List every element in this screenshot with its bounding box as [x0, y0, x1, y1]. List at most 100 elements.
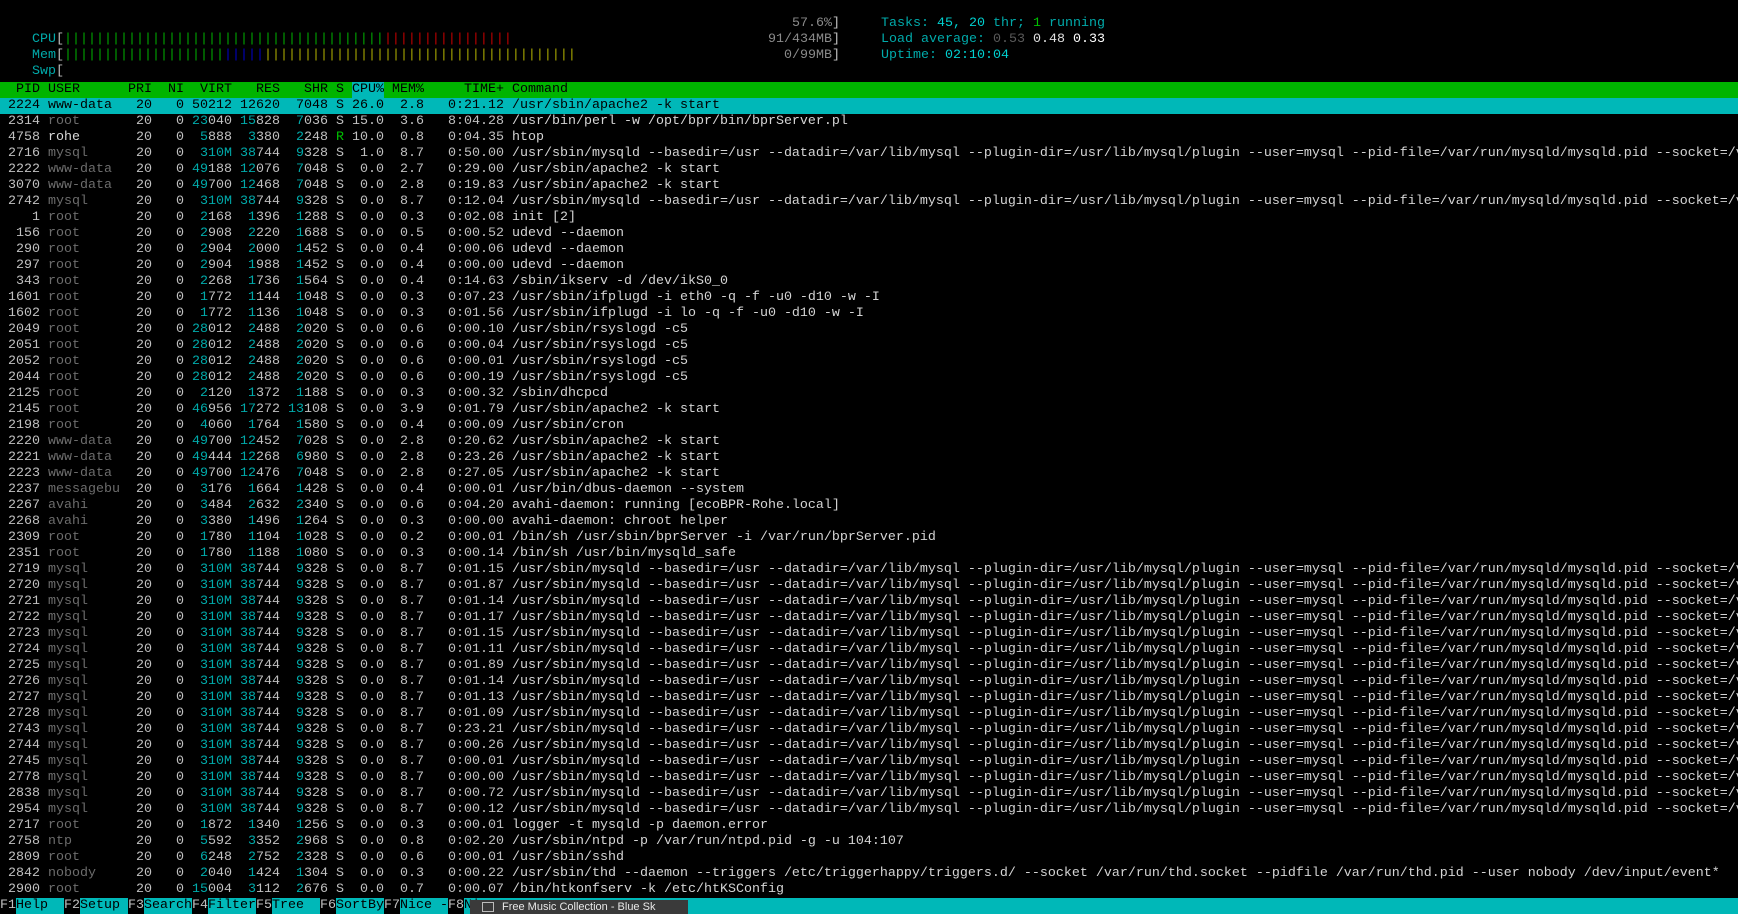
- process-table-header: PID USER PRI NI VIRT RES SHR S CPU% MEM% TIME+ Comm…: [0, 82, 1738, 98]
- taskbar-thumbnail-popup[interactable]: Free Music Collection - Blue Sk: [470, 900, 688, 914]
- process-shr: 1288: [296, 210, 328, 225]
- process-row[interactable]: 2758 ntp 20 0 5592 3352 2968 S 0.0 0.8 0:02.20/usr…: [0, 834, 1738, 850]
- process-row[interactable]: 2309 root 20 0 1780 1104 1028 S 0.0 0.2 0:00.01/bi…: [0, 530, 1738, 546]
- process-row[interactable]: 2145 root 20 0 46956 17272 13108 S 0.0 3.9 0:01.79…: [0, 402, 1738, 418]
- column-res[interactable]: RES: [240, 82, 280, 98]
- process-row[interactable]: 1 root 20 0 2168 1396 1288 S 0.0 0.3 0:02.08 init […: [0, 210, 1738, 226]
- process-row[interactable]: 2744 mysql 20 0 310M 38744 9328 S 0.0 8.7 0:00.26 /…: [0, 738, 1738, 754]
- column-shr[interactable]: SHR: [288, 82, 328, 98]
- process-virt: 2904: [200, 258, 232, 273]
- column-command[interactable]: Command: [512, 82, 568, 98]
- process-row[interactable]: 2051 root 20 0 28012 2488 2020 S 0.0 0.6 0:00.04/u…: [0, 338, 1738, 354]
- process-row[interactable]: 2720 mysql 20 0 310M 38744 9328 S 0.0 8.7 0:01.87 /…: [0, 578, 1738, 594]
- column-time[interactable]: TIME+: [432, 82, 504, 98]
- process-row[interactable]: 297 root 20 0 2904 1988 1452 S 0.0 0.4 0:00.00 udev…: [0, 258, 1738, 274]
- process-pid: 2727: [8, 690, 40, 705]
- process-s: S: [336, 386, 344, 401]
- process-virt: 1872: [200, 818, 232, 833]
- column-ni[interactable]: NI: [160, 82, 184, 98]
- process-mem: 0.6: [400, 354, 424, 369]
- column-state[interactable]: S: [336, 82, 344, 98]
- process-row[interactable]: 2267 avahi 20 0 3484 2632 2340 S 0.0 0.6 0:04.20 av…: [0, 498, 1738, 514]
- process-row[interactable]: 2237 messagebu 20 0 3176 1664 1428 S 0.0 0.4 0:00.…: [0, 482, 1738, 498]
- process-shr: 1264: [296, 514, 328, 529]
- process-row[interactable]: 2719 mysql 20 0 310M 38744 9328 S 0.0 8.7 0:01.15 /…: [0, 562, 1738, 578]
- process-row[interactable]: 3070 www-data 20 0 49700 12468 7048 S 0.0 2.8 0:19…: [0, 178, 1738, 194]
- process-pri: 20: [136, 754, 152, 769]
- process-row[interactable]: 2220 www-data 20 0 49700 12452 7028 S 0.0 2.8 0:20…: [0, 434, 1738, 450]
- swap-meter-value: 0/99MB: [784, 48, 832, 63]
- column-user[interactable]: USER: [48, 82, 120, 98]
- process-row[interactable]: 2727 mysql 20 0 310M 38744 9328 S 0.0 8.7 0:01.13 /…: [0, 690, 1738, 706]
- process-row[interactable]: 4758 rohe 20 0 5888 3380 2248 R 10.0 0.8 0:04.35 ht…: [0, 130, 1738, 146]
- process-pid: 1602: [8, 306, 40, 321]
- process-shr: 9328: [296, 770, 328, 785]
- fkey-f6-button[interactable]: F6SortBy: [320, 898, 384, 914]
- fkey-f2-button[interactable]: F2Setup: [64, 898, 128, 914]
- process-time: 0:00.01: [448, 482, 504, 497]
- process-row[interactable]: 2722 mysql 20 0 310M 38744 9328 S 0.0 8.7 0:01.17 /…: [0, 610, 1738, 626]
- process-cpu: 0.0: [360, 786, 384, 801]
- process-row[interactable]: 2745 mysql 20 0 310M 38744 9328 S 0.0 8.7 0:00.01 /…: [0, 754, 1738, 770]
- process-row[interactable]: 290 root 20 0 2904 2000 1452 S 0.0 0.4 0:00.06 udev…: [0, 242, 1738, 258]
- column-pid[interactable]: PID: [0, 82, 40, 98]
- fkey-f7-button[interactable]: F7Nice -: [384, 898, 448, 914]
- process-cmd: /usr/sbin/ntpd -p /var/run/ntpd.pid -g -…: [512, 834, 904, 849]
- process-row[interactable]: 2222 www-data 20 0 49188 12076 7048 S 0.0 2.7 0:29…: [0, 162, 1738, 178]
- process-row[interactable]: 2044 root 20 0 28012 2488 2020 S 0.0 0.6 0:00.19/u…: [0, 370, 1738, 386]
- fkey-f3-button[interactable]: F3Search: [128, 898, 192, 914]
- process-row[interactable]: 2049 root 20 0 28012 2488 2020 S 0.0 0.6 0:00.10/u…: [0, 322, 1738, 338]
- process-s: S: [336, 210, 344, 225]
- process-cpu: 0.0: [360, 594, 384, 609]
- process-row[interactable]: 2842 nobody 20 0 2040 1424 1304 S 0.0 0.3 0:00.22 /…: [0, 866, 1738, 882]
- process-row[interactable]: 2725 mysql 20 0 310M 38744 9328 S 0.0 8.7 0:01.89 /…: [0, 658, 1738, 674]
- process-row[interactable]: 2954 mysql 20 0 310M 38744 9328 S 0.0 8.7 0:00.12 /…: [0, 802, 1738, 818]
- process-row[interactable]: 2721 mysql 20 0 310M 38744 9328 S 0.0 8.7 0:01.14 /…: [0, 594, 1738, 610]
- process-s: S: [336, 658, 344, 673]
- process-pri: 20: [136, 642, 152, 657]
- process-row[interactable]: 2351 root 20 0 1780 1188 1080 S 0.0 0.3 0:00.14/bi…: [0, 546, 1738, 562]
- process-row[interactable]: 2221 www-data 20 0 49444 12268 6980 S 0.0 2.8 0:23…: [0, 450, 1738, 466]
- process-ni: 0: [176, 146, 184, 161]
- process-time: 0:01.13: [448, 690, 504, 705]
- process-row[interactable]: 2742 mysql 20 0 310M 38744 9328 S 0.0 8.7 0:12.04 /…: [0, 194, 1738, 210]
- column-pri[interactable]: PRI: [128, 82, 152, 98]
- fkey-f4-button[interactable]: F4Filter: [192, 898, 256, 914]
- process-row[interactable]: 2314 root 20 0 23040 15828 7036 S 15.0 3.6 8:04.28…: [0, 114, 1738, 130]
- process-row[interactable]: 156 root 20 0 2908 2220 1688 S 0.0 0.5 0:00.52 udev…: [0, 226, 1738, 242]
- process-shr: 9328: [296, 802, 328, 817]
- process-s: S: [336, 882, 344, 897]
- process-row[interactable]: 2728 mysql 20 0 310M 38744 9328 S 0.0 8.7 0:01.09 /…: [0, 706, 1738, 722]
- process-row[interactable]: 2052 root 20 0 28012 2488 2020 S 0.0 0.6 0:00.01/u…: [0, 354, 1738, 370]
- process-s: S: [336, 674, 344, 689]
- process-res: 12076: [240, 162, 280, 177]
- process-row[interactable]: 2268 avahi 20 0 3380 1496 1264 S 0.0 0.3 0:00.00 av…: [0, 514, 1738, 530]
- process-shr: 9328: [296, 562, 328, 577]
- process-row[interactable]: 1602 root 20 0 1772 1136 1048 S 0.0 0.3 0:01.56/us…: [0, 306, 1738, 322]
- process-row[interactable]: 2198 root 20 0 4060 1764 1580 S 0.0 0.4 0:00.09/us…: [0, 418, 1738, 434]
- column-virt[interactable]: VIRT: [192, 82, 232, 98]
- process-row-selected[interactable]: 2224 www-data 20 0 50212 12620 7048 S 26.0 2.8 0:2…: [0, 98, 1738, 114]
- fkey-f5-button[interactable]: F5Tree: [256, 898, 320, 914]
- process-user: root: [48, 306, 80, 321]
- column-mem[interactable]: MEM%: [392, 82, 424, 98]
- process-row[interactable]: 2724 mysql 20 0 310M 38744 9328 S 0.0 8.7 0:01.11 /…: [0, 642, 1738, 658]
- process-row[interactable]: 343 root 20 0 2268 1736 1564 S 0.0 0.4 0:14.63/sbi…: [0, 274, 1738, 290]
- process-row[interactable]: 1601 root 20 0 1772 1144 1048 S 0.0 0.3 0:07.23/us…: [0, 290, 1738, 306]
- process-row[interactable]: 2809 root 20 0 6248 2752 2328 S 0.0 0.6 0:00.01/us…: [0, 850, 1738, 866]
- process-ni: 0: [176, 658, 184, 673]
- process-pid: 2722: [8, 610, 40, 625]
- process-row[interactable]: 2838 mysql 20 0 310M 38744 9328 S 0.0 8.7 0:00.72 /…: [0, 786, 1738, 802]
- process-row[interactable]: 2723 mysql 20 0 310M 38744 9328 S 0.0 8.7 0:01.15 /…: [0, 626, 1738, 642]
- process-row[interactable]: 2726 mysql 20 0 310M 38744 9328 S 0.0 8.7 0:01.14 /…: [0, 674, 1738, 690]
- fkey-f1-button[interactable]: F1Help: [0, 898, 64, 914]
- process-row[interactable]: 2717 root 20 0 1872 1340 1256 S 0.0 0.3 0:00.01 log…: [0, 818, 1738, 834]
- process-row[interactable]: 2743 mysql 20 0 310M 38744 9328 S 0.0 8.7 0:23.21 /…: [0, 722, 1738, 738]
- process-pri: 20: [136, 434, 152, 449]
- column-cpu-sorted[interactable]: CPU%: [352, 82, 384, 98]
- process-row[interactable]: 2125 root 20 0 2120 1372 1188 S 0.0 0.3 0:00.32/sb…: [0, 386, 1738, 402]
- process-row[interactable]: 2900 root 20 0 15004 3112 2676 S 0.0 0.7 0:00.07/b…: [0, 882, 1738, 898]
- process-row[interactable]: 2223 www-data 20 0 49700 12476 7048 S 0.0 2.8 0:27…: [0, 466, 1738, 482]
- process-row[interactable]: 2716 mysql 20 0 310M 38744 9328 S 1.0 8.7 0:50.00 /…: [0, 146, 1738, 162]
- process-row[interactable]: 2778 mysql 20 0 310M 38744 9328 S 0.0 8.7 0:00.00 /…: [0, 770, 1738, 786]
